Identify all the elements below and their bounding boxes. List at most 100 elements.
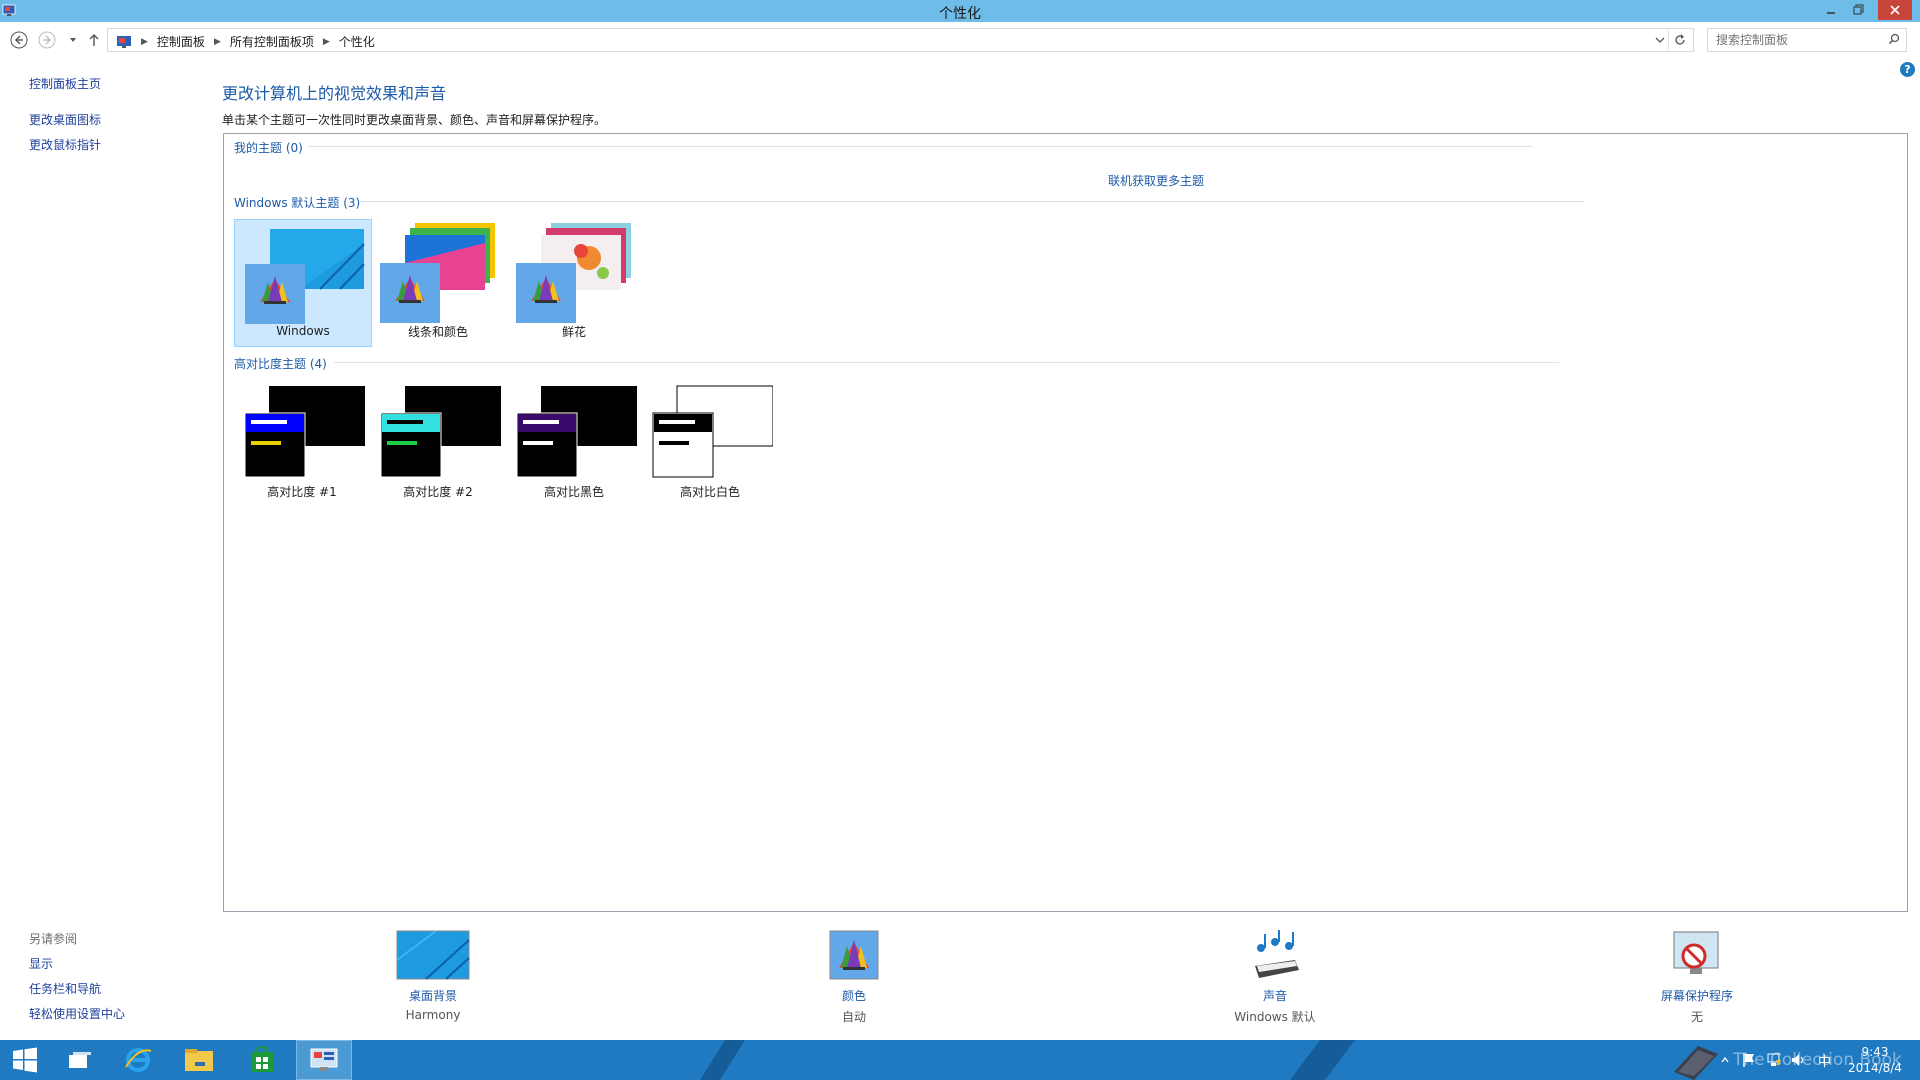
page-description: 单击某个主题可一次性同时更改桌面背景、颜色、声音和屏幕保护程序。 <box>222 113 607 127</box>
up-arrow-icon <box>89 34 99 46</box>
chevron-down-icon <box>70 38 76 42</box>
color-setting[interactable]: 颜色 自动 <box>754 930 954 1025</box>
screen-saver-value: 无 <box>1690 1010 1703 1024</box>
network-button[interactable] <box>1766 1040 1782 1080</box>
minimize-icon <box>1827 12 1835 14</box>
breadcrumb-separator[interactable]: ▶ <box>323 37 330 47</box>
action-center-button[interactable] <box>1742 1040 1756 1080</box>
internet-explorer-button[interactable] <box>113 1040 163 1080</box>
title-bar: 个性化 <box>0 0 1920 22</box>
theme-list: 我的主题 (0) 联机获取更多主题 Windows 默认主题 (3) Windo… <box>223 133 1908 912</box>
back-arrow-icon <box>10 31 28 49</box>
internet-explorer-icon <box>125 1048 152 1072</box>
help-button[interactable]: ? <box>1900 62 1915 77</box>
input-method-button[interactable]: 中 <box>1818 1040 1831 1080</box>
see-also-title: 另请参阅 <box>29 932 78 946</box>
divider <box>334 362 1559 363</box>
search-input[interactable] <box>1714 32 1878 48</box>
group-my-themes[interactable]: 我的主题 (0) <box>234 139 303 156</box>
start-button[interactable] <box>0 1040 50 1080</box>
navigation-bar: ▶ 控制面板 ▶ 所有控制面板项 ▶ 个性化 <box>0 24 1920 54</box>
breadcrumb-separator: ▶ <box>141 36 148 47</box>
store-icon <box>251 1046 273 1072</box>
windows-logo-icon <box>13 1047 37 1073</box>
group-high-contrast[interactable]: 高对比度主题 (4) <box>234 355 327 372</box>
control-panel-taskbar-button[interactable] <box>296 1040 352 1080</box>
folder-icon <box>185 1049 213 1071</box>
sound-setting[interactable]: 声音 Windows 默认 <box>1175 930 1375 1025</box>
group-default-themes[interactable]: Windows 默认主题 (3) <box>234 194 360 211</box>
breadcrumb-separator[interactable]: ▶ <box>214 37 221 47</box>
theme-hc-white-preview <box>652 385 773 478</box>
theme-high-contrast-2[interactable]: 高对比度 #2 <box>370 379 506 505</box>
theme-label: 高对比度 #2 <box>403 485 473 499</box>
flag-icon <box>1743 1053 1754 1067</box>
theme-label: 线条和颜色 <box>407 325 468 339</box>
breadcrumb-all-items[interactable]: 所有控制面板项 <box>230 33 314 50</box>
theme-high-contrast-white[interactable]: 高对比白色 <box>642 379 778 505</box>
breadcrumb-control-panel[interactable]: 控制面板 <box>157 33 205 50</box>
close-icon <box>1890 5 1900 15</box>
theme-label: 高对比白色 <box>679 485 740 499</box>
task-view-button[interactable] <box>55 1040 105 1080</box>
sound-value: Windows 默认 <box>1234 1010 1316 1024</box>
sound-label[interactable]: 声音 <box>1175 987 1375 1004</box>
color-value: 自动 <box>841 1010 866 1024</box>
theme-high-contrast-1[interactable]: 高对比度 #1 <box>234 379 370 505</box>
color-palette-icon <box>829 930 879 980</box>
color-label[interactable]: 颜色 <box>754 987 954 1004</box>
volume-button[interactable] <box>1790 1040 1806 1080</box>
theme-flowers[interactable]: 鲜花 <box>506 219 642 345</box>
search-icon <box>1888 33 1900 45</box>
link-change-mouse-pointers[interactable]: 更改鼠标指针 <box>29 136 101 153</box>
task-view-icon <box>69 1052 91 1068</box>
theme-hc2-preview <box>380 386 501 478</box>
theme-lines-and-colors[interactable]: 线条和颜色 <box>370 219 506 345</box>
get-more-themes-link[interactable]: 联机获取更多主题 <box>1108 172 1204 189</box>
store-button[interactable] <box>237 1040 287 1080</box>
theme-hc1-preview <box>244 386 365 478</box>
screen-saver-setting[interactable]: 屏幕保护程序 无 <box>1597 930 1797 1025</box>
restore-button[interactable] <box>1846 0 1872 20</box>
back-button[interactable] <box>9 30 29 50</box>
link-control-panel-home[interactable]: 控制面板主页 <box>29 75 101 92</box>
refresh-icon <box>1675 34 1685 45</box>
forward-button[interactable] <box>37 30 57 50</box>
recent-locations-button[interactable] <box>63 30 83 50</box>
page-title: 更改计算机上的视觉效果和声音 <box>222 84 447 103</box>
network-icon <box>1767 1053 1781 1066</box>
refresh-button[interactable] <box>1668 29 1691 51</box>
clock[interactable]: 9:43 2014/8/4 <box>1840 1044 1910 1076</box>
desktop-background-label[interactable]: 桌面背景 <box>333 987 533 1004</box>
link-change-desktop-icons[interactable]: 更改桌面图标 <box>29 111 101 128</box>
search-box[interactable] <box>1707 28 1907 52</box>
address-bar[interactable]: ▶ 控制面板 ▶ 所有控制面板项 ▶ 个性化 <box>107 28 1694 52</box>
show-hidden-icons-button[interactable] <box>1720 1040 1730 1080</box>
watermark-book-icon <box>1670 1042 1722 1080</box>
search-button[interactable] <box>1888 33 1900 48</box>
theme-windows-preview <box>245 229 365 324</box>
breadcrumb-personalization[interactable]: 个性化 <box>339 33 375 50</box>
taskbar-background-stripes <box>700 1040 1355 1080</box>
desktop-background-setting[interactable]: 桌面背景 Harmony <box>333 930 533 1022</box>
minimize-button[interactable] <box>1818 0 1844 20</box>
volume-icon <box>1792 1054 1804 1066</box>
theme-label: Windows <box>276 324 330 338</box>
theme-high-contrast-black[interactable]: 高对比黑色 <box>506 379 642 505</box>
theme-windows[interactable]: Windows <box>234 219 372 347</box>
desktop-background-value: Harmony <box>405 1008 461 1022</box>
up-button[interactable] <box>84 30 104 50</box>
link-taskbar-navigation[interactable]: 任务栏和导航 <box>29 980 101 997</box>
taskbar: The Collection Book 中 9:43 2014/8/4 <box>0 1040 1920 1080</box>
control-panel-icon <box>310 1048 338 1071</box>
address-history-button[interactable] <box>1655 34 1665 48</box>
divider <box>308 146 1533 147</box>
chevron-down-icon <box>1655 37 1665 43</box>
clock-time: 9:43 <box>1861 1045 1889 1059</box>
sound-icon <box>1255 930 1299 978</box>
close-button[interactable] <box>1878 0 1912 20</box>
link-display[interactable]: 显示 <box>29 955 53 972</box>
file-explorer-button[interactable] <box>174 1040 224 1080</box>
link-ease-of-access[interactable]: 轻松使用设置中心 <box>29 1005 125 1022</box>
screen-saver-label[interactable]: 屏幕保护程序 <box>1597 987 1797 1004</box>
